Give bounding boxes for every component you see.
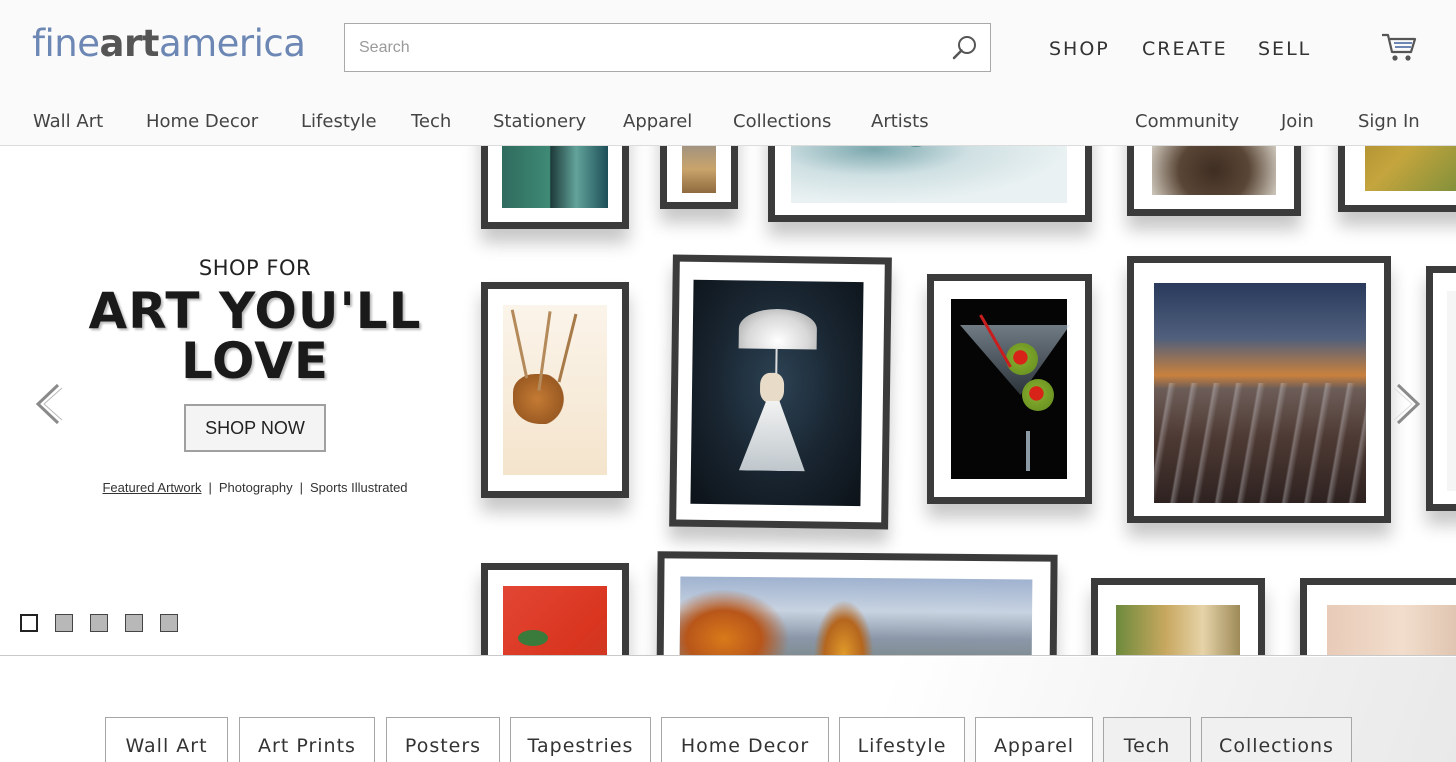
subnav-sign-in[interactable]: Sign In	[1358, 111, 1420, 132]
framed-artwork[interactable]	[481, 563, 629, 655]
carousel-dot[interactable]	[55, 614, 73, 632]
hero-carousel: SHOP FOR ART YOU'LL LOVE SHOP NOW Featur…	[0, 146, 1456, 656]
search-box	[344, 23, 991, 72]
link-featured-artwork[interactable]: Featured Artwork	[102, 480, 201, 495]
nav-shop[interactable]: SHOP	[1049, 38, 1110, 60]
framed-artwork[interactable]	[1127, 146, 1301, 216]
logo-part-fine: fine	[32, 22, 100, 65]
subnav-tech[interactable]: Tech	[411, 111, 451, 132]
site-logo[interactable]: fineartamerica	[32, 22, 306, 65]
framed-artwork[interactable]	[927, 274, 1092, 504]
hero-links: Featured Artwork | Photography | Sports Illu…	[0, 480, 510, 495]
framed-artwork[interactable]	[1091, 578, 1265, 655]
search-input[interactable]	[345, 24, 935, 71]
framed-artwork[interactable]	[1426, 266, 1456, 511]
hero-kicker: SHOP FOR	[198, 256, 312, 280]
category-tapestries[interactable]: Tapestries	[510, 717, 651, 762]
carousel-dot[interactable]	[125, 614, 143, 632]
framed-artwork[interactable]	[481, 146, 629, 229]
hero-headline: ART YOU'LL LOVE	[0, 286, 510, 386]
link-separator: |	[299, 480, 303, 495]
framed-artwork[interactable]	[1127, 256, 1391, 523]
link-photography[interactable]: Photography	[219, 480, 293, 495]
category-section: Wall Art Art Prints Posters Tapestries H…	[0, 657, 1456, 762]
carousel-dot[interactable]	[90, 614, 108, 632]
logo-part-art: art	[99, 22, 160, 65]
carousel-dot[interactable]	[20, 614, 38, 632]
subnav-home-decor[interactable]: Home Decor	[146, 111, 258, 132]
hero-headline-line2: LOVE	[180, 332, 330, 390]
subnav-wall-art[interactable]: Wall Art	[33, 111, 103, 132]
framed-artwork[interactable]	[1338, 146, 1456, 212]
category-art-prints[interactable]: Art Prints	[239, 717, 375, 762]
subnav-apparel[interactable]: Apparel	[623, 111, 692, 132]
subnav-lifestyle[interactable]: Lifestyle	[301, 111, 377, 132]
logo-part-america: america	[158, 22, 306, 65]
link-sports-illustrated[interactable]: Sports Illustrated	[310, 480, 408, 495]
cart-icon[interactable]	[1380, 30, 1418, 64]
category-home-decor[interactable]: Home Decor	[661, 717, 829, 762]
chevron-right-icon[interactable]	[1390, 382, 1424, 426]
carousel-dot[interactable]	[160, 614, 178, 632]
subnav-community[interactable]: Community	[1135, 111, 1239, 132]
framed-artwork[interactable]	[768, 146, 1092, 222]
category-lifestyle[interactable]: Lifestyle	[839, 717, 965, 762]
search-icon[interactable]	[950, 33, 980, 63]
link-separator: |	[208, 480, 212, 495]
subnav-stationery[interactable]: Stationery	[493, 111, 586, 132]
framed-artwork[interactable]	[660, 146, 738, 209]
subnav-join[interactable]: Join	[1281, 111, 1314, 132]
framed-artwork[interactable]	[1300, 578, 1456, 655]
hero-headline-line1: ART YOU'LL	[88, 282, 422, 340]
hero-copy: SHOP FOR ART YOU'LL LOVE SHOP NOW Featur…	[0, 146, 480, 655]
category-collections[interactable]: Collections	[1201, 717, 1352, 762]
nav-sell[interactable]: SELL	[1258, 38, 1311, 60]
nav-create[interactable]: CREATE	[1142, 38, 1228, 60]
framed-artwork[interactable]	[656, 551, 1058, 655]
subnav-collections[interactable]: Collections	[733, 111, 831, 132]
subnav-artists[interactable]: Artists	[871, 111, 929, 132]
site-header: fineartamerica SHOP CREATE SELL Wall Art…	[0, 0, 1456, 146]
category-wall-art[interactable]: Wall Art	[105, 717, 228, 762]
shop-now-button[interactable]: SHOP NOW	[184, 404, 326, 452]
category-posters[interactable]: Posters	[386, 717, 500, 762]
category-apparel[interactable]: Apparel	[975, 717, 1093, 762]
framed-artwork[interactable]	[669, 254, 892, 530]
category-tech[interactable]: Tech	[1103, 717, 1191, 762]
chevron-left-icon[interactable]	[32, 382, 66, 426]
